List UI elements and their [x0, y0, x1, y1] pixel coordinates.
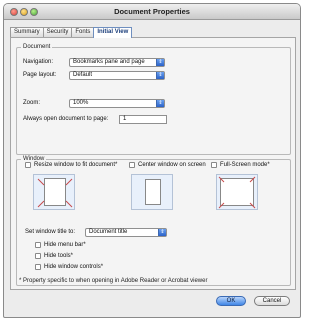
hide-menu-bar-checkbox[interactable]: Hide menu bar* [35, 242, 86, 248]
checkbox-box [129, 162, 135, 168]
window-title-select[interactable]: Document title ⇕ [85, 228, 167, 237]
resize-window-label: Resize window to fit document* [34, 162, 118, 168]
tab-security[interactable]: Security [42, 27, 73, 37]
page-layout-select[interactable]: Default ⇕ [69, 71, 165, 80]
hide-menu-bar-label: Hide menu bar* [44, 242, 86, 248]
center-window-checkbox[interactable]: Center window on screen [129, 162, 206, 168]
select-arrow-icon: ⇕ [156, 72, 164, 79]
full-screen-label: Full-Screen mode* [220, 162, 270, 168]
navigation-label: Navigation: [23, 59, 54, 65]
zoom-select[interactable]: 100% ⇕ [69, 99, 165, 108]
ok-button[interactable]: OK [216, 296, 246, 306]
zoom-label: Zoom: [23, 100, 41, 106]
footnote: * Property specific to when opening in A… [19, 278, 208, 284]
checkbox-box [35, 242, 41, 248]
checkbox-box [35, 253, 41, 259]
window-title-value: Document title [89, 229, 128, 235]
title-bar: Document Properties [4, 4, 300, 20]
select-arrow-icon: ⇕ [158, 229, 166, 236]
cancel-button[interactable]: Cancel [254, 296, 290, 306]
navigation-select[interactable]: Bookmarks pane and page ⇕ [69, 58, 165, 67]
navigation-value: Bookmarks pane and page [73, 59, 145, 65]
window-title-label: Set window title to: [25, 229, 76, 235]
tab-fonts[interactable]: Fonts [71, 27, 95, 37]
document-properties-dialog: Document Properties Summary Security Fon… [3, 3, 301, 318]
initial-view-panel: Document Navigation: Bookmarks pane and … [10, 37, 296, 290]
document-group-legend: Document [23, 44, 51, 50]
full-screen-preview-icon [216, 174, 258, 210]
resize-window-checkbox[interactable]: Resize window to fit document* [25, 162, 117, 168]
tab-initial-view[interactable]: Initial View [93, 27, 133, 38]
full-screen-checkbox[interactable]: Full-Screen mode* [211, 162, 270, 168]
tab-bar: Summary Security Fonts Initial View [10, 27, 133, 38]
open-page-label: Always open document to page: [23, 116, 109, 122]
center-window-preview-icon [131, 174, 173, 210]
checkbox-box [211, 162, 217, 168]
window-title: Document Properties [114, 7, 190, 16]
checkbox-box [35, 264, 41, 270]
hide-tools-checkbox[interactable]: Hide tools* [35, 253, 73, 259]
hide-window-controls-checkbox[interactable]: Hide window controls* [35, 264, 103, 270]
checkbox-box [25, 162, 31, 168]
open-page-input[interactable]: 1 [119, 115, 167, 124]
zoom-value: 100% [73, 100, 89, 106]
center-window-label: Center window on screen [138, 162, 206, 168]
hide-window-controls-label: Hide window controls* [44, 264, 104, 270]
select-arrow-icon: ⇕ [156, 59, 164, 66]
page-layout-value: Default [73, 72, 93, 78]
resize-preview-icon [33, 174, 75, 210]
page-layout-label: Page layout: [23, 72, 57, 78]
hide-tools-label: Hide tools* [44, 253, 74, 259]
select-arrow-icon: ⇕ [156, 100, 164, 107]
tab-summary[interactable]: Summary [10, 27, 44, 37]
